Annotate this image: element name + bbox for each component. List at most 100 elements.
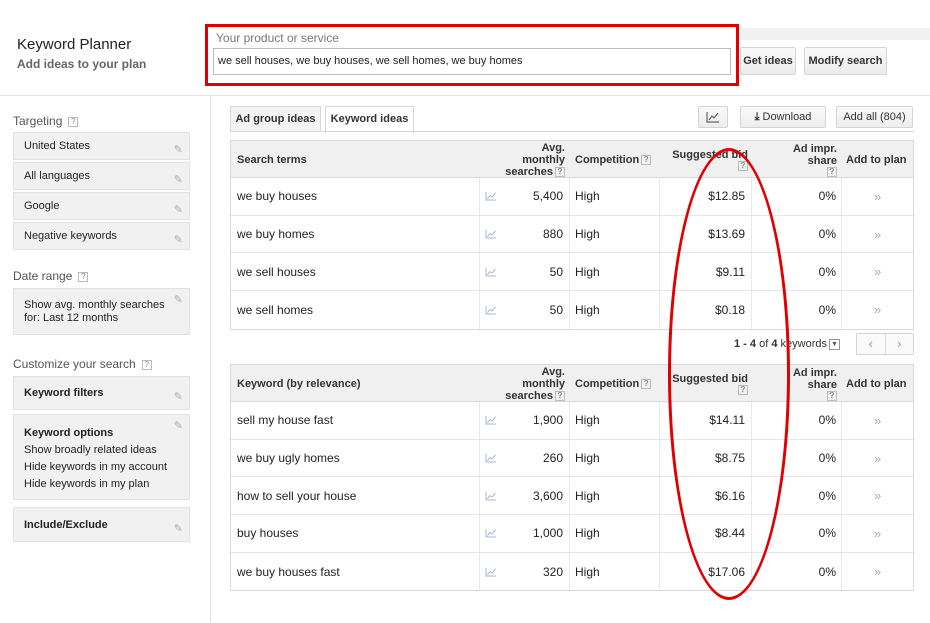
suggested-bid: $8.75: [714, 451, 745, 466]
help-icon[interactable]: ?: [78, 272, 89, 282]
share-header-label: Ad impr. share: [792, 366, 837, 391]
column-header-competition[interactable]: Competition?: [575, 365, 652, 402]
trend-icon[interactable]: [485, 402, 497, 439]
column-header-term[interactable]: Search terms: [237, 141, 307, 178]
prev-page-icon[interactable]: ‹: [857, 334, 886, 354]
add-to-plan-icon[interactable]: »: [874, 477, 881, 514]
pager-unit: keywords: [780, 338, 827, 350]
pencil-icon[interactable]: ✎: [174, 381, 183, 414]
bid-header-label: Suggested bid: [672, 372, 748, 385]
column-header-competition[interactable]: Competition?: [575, 141, 652, 178]
trend-icon[interactable]: [485, 553, 497, 591]
sidebar-item-language[interactable]: All languages ✎: [13, 162, 190, 190]
date-range-heading-label: Date range: [13, 269, 73, 283]
add-all-button[interactable]: Add all (804): [836, 106, 913, 128]
sidebar-item-include-exclude[interactable]: Include/Exclude ✎: [13, 507, 190, 542]
competition-value: High: [575, 451, 600, 466]
column-header-bid[interactable]: Suggested bid ?: [671, 141, 748, 178]
column-header-avg[interactable]: Avg. monthly searches?: [501, 141, 565, 178]
table-row: buy houses 1,000 High $8.44 0% »: [231, 515, 913, 553]
avg-searches: 3,600: [532, 488, 563, 503]
chevron-down-icon[interactable]: ▼: [829, 339, 840, 350]
column-header-bid[interactable]: Suggested bid ?: [671, 365, 748, 402]
sidebar-item-keyword-options[interactable]: Keyword options Show broadly related ide…: [13, 414, 190, 500]
trend-icon[interactable]: [485, 253, 497, 290]
download-label: Download: [762, 111, 812, 123]
help-icon[interactable]: ?: [555, 390, 565, 401]
trend-icon[interactable]: [485, 216, 497, 253]
add-to-plan-icon[interactable]: »: [874, 440, 881, 477]
add-to-plan-icon[interactable]: »: [874, 253, 881, 290]
suggested-bid: $0.18: [714, 302, 745, 317]
date-range-line: for: Last 12 months: [24, 312, 119, 324]
trend-icon[interactable]: [485, 477, 497, 514]
competition-value: High: [575, 564, 600, 579]
trend-icon[interactable]: [485, 178, 497, 215]
trend-icon[interactable]: [485, 291, 497, 329]
help-icon[interactable]: ?: [641, 154, 652, 165]
sidebar-item-label: Keyword filters: [24, 387, 104, 399]
product-input[interactable]: we sell houses, we buy houses, we sell h…: [213, 48, 731, 75]
keyword-text: we buy houses: [237, 189, 318, 204]
avg-header-line2: searches?: [505, 166, 565, 178]
modify-search-button[interactable]: Modify search: [804, 47, 887, 75]
pencil-icon[interactable]: ✎: [174, 137, 183, 163]
add-to-plan-icon[interactable]: »: [874, 402, 881, 439]
tab-ad-group-ideas[interactable]: Ad group ideas: [230, 106, 321, 132]
product-label: Your product or service: [216, 31, 339, 45]
help-icon[interactable]: ?: [555, 166, 565, 177]
chart-button[interactable]: [698, 106, 728, 128]
bid-header-label: Suggested bid: [672, 148, 748, 161]
download-icon: ⤓: [754, 111, 760, 123]
sidebar-item-network[interactable]: Google ✎: [13, 192, 190, 220]
sidebar-divider: [210, 96, 211, 623]
product-search-box: Your product or service we sell houses, …: [205, 24, 739, 86]
column-header-share[interactable]: Ad impr. share ?: [761, 365, 837, 402]
trend-icon[interactable]: [485, 515, 497, 552]
column-header-avg[interactable]: Avg. monthly searches?: [501, 365, 565, 402]
download-button[interactable]: ⤓ Download: [740, 106, 826, 128]
pencil-icon[interactable]: ✎: [174, 419, 183, 432]
trend-icon[interactable]: [485, 440, 497, 477]
keyword-option: Show broadly related ideas: [24, 444, 157, 456]
add-to-plan-icon[interactable]: »: [874, 515, 881, 552]
help-icon[interactable]: ?: [827, 390, 837, 401]
sidebar-item-negative-keywords[interactable]: Negative keywords ✎: [13, 222, 190, 250]
pencil-icon[interactable]: ✎: [174, 293, 183, 306]
column-header-share[interactable]: Ad impr. share ?: [761, 141, 837, 178]
pager-of: of: [759, 338, 769, 350]
sidebar-item-keyword-filters[interactable]: Keyword filters ✎: [13, 376, 190, 410]
help-icon[interactable]: ?: [141, 360, 152, 370]
help-icon[interactable]: ?: [738, 384, 748, 395]
pencil-icon[interactable]: ✎: [174, 197, 183, 223]
help-icon[interactable]: ?: [827, 166, 837, 177]
impr-share: 0%: [818, 564, 836, 579]
app-title: Keyword Planner: [17, 36, 132, 53]
add-to-plan-icon[interactable]: »: [874, 216, 881, 253]
help-icon[interactable]: ?: [641, 378, 652, 389]
customize-heading: Customize your search?: [13, 357, 152, 371]
suggested-bid: $14.11: [709, 413, 745, 428]
add-to-plan-icon[interactable]: »: [874, 291, 881, 329]
pencil-icon[interactable]: ✎: [174, 167, 183, 193]
sidebar-item-date-range[interactable]: Show avg. monthly searches for: Last 12 …: [13, 288, 190, 335]
targeting-heading: Targeting?: [13, 114, 79, 128]
column-header-keyword[interactable]: Keyword (by relevance): [237, 365, 361, 402]
tab-keyword-ideas[interactable]: Keyword ideas: [325, 106, 414, 133]
help-icon[interactable]: ?: [738, 160, 748, 171]
table-row: we sell homes 50 High $0.18 0% »: [231, 291, 913, 329]
help-icon[interactable]: ?: [68, 117, 79, 127]
add-to-plan-icon[interactable]: »: [874, 178, 881, 215]
pencil-icon[interactable]: ✎: [174, 512, 183, 546]
sidebar-item-location[interactable]: United States ✎: [13, 132, 190, 160]
add-to-plan-icon[interactable]: »: [874, 553, 881, 591]
next-page-icon[interactable]: ›: [886, 334, 914, 354]
avg-searches: 1,000: [532, 526, 563, 541]
pencil-icon[interactable]: ✎: [174, 227, 183, 253]
table-header: Search terms Avg. monthly searches? Comp…: [231, 141, 913, 178]
keyword-text: we sell houses: [237, 264, 316, 279]
tab-underline: [230, 131, 914, 132]
table-row: we buy ugly homes 260 High $8.75 0% »: [231, 439, 913, 478]
table-row: we sell houses 50 High $9.11 0% »: [231, 253, 913, 292]
get-ideas-button[interactable]: Get ideas: [740, 47, 796, 75]
